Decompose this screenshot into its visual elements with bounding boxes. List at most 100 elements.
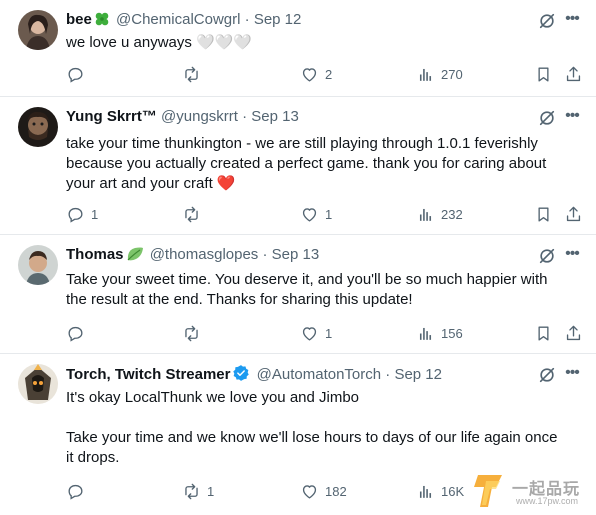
avatar[interactable] <box>18 245 58 285</box>
bookmark-icon <box>538 206 549 222</box>
timestamp[interactable]: Sep 12 <box>394 366 442 383</box>
like-button[interactable]: 2 <box>300 62 332 86</box>
heart-icon <box>302 484 317 499</box>
reply-icon <box>68 484 83 500</box>
like-count: 1 <box>325 325 333 341</box>
bookmark-icon <box>538 325 549 341</box>
more-options-icon[interactable]: ••• <box>562 107 582 127</box>
user-handle[interactable]: @thomasglopes <box>150 246 259 263</box>
tweet-text: It's okay LocalThunk we love you and Jim… <box>66 388 566 468</box>
tweet-paragraph: It's okay LocalThunk we love you and Jim… <box>66 389 360 406</box>
retweet-icon <box>185 483 198 499</box>
display-name[interactable]: bee <box>66 11 92 28</box>
tweet-header: bee @ChemicalCowgrl · Sep 12 <box>66 10 536 30</box>
retweet-icon <box>185 206 198 222</box>
view-count: 16K <box>441 483 465 499</box>
tweet-1[interactable]: bee @ChemicalCowgrl · Sep 12 ••• we love… <box>0 0 596 97</box>
tweet-paragraph: Take your time and we know we'll lose ho… <box>66 429 558 466</box>
separator-dot: · <box>385 366 391 383</box>
views-button[interactable]: 270 <box>416 62 463 86</box>
tweet-paragraph: we love u anyways 🤍🤍🤍 <box>66 34 253 51</box>
views-button[interactable]: 232 <box>416 202 463 226</box>
tweet-2[interactable]: Yung Skrrt™ @yungskrrt · Sep 13 ••• take… <box>0 97 596 235</box>
more-options-icon[interactable]: ••• <box>562 364 582 384</box>
bookmark-button[interactable] <box>534 202 553 226</box>
reply-icon <box>68 67 83 83</box>
tweet-header: Thomas @thomasglopes · Sep 13 <box>66 245 536 265</box>
like-button[interactable]: 1 <box>300 321 332 345</box>
like-count: 182 <box>325 483 347 499</box>
tweet-3[interactable]: Thomas @thomasglopes · Sep 13 ••• Take y… <box>0 235 596 354</box>
timestamp[interactable]: Sep 13 <box>251 108 299 125</box>
reply-button[interactable] <box>66 62 91 86</box>
retweet-button[interactable] <box>182 321 207 345</box>
tweet-actions: 1 1 232 <box>66 202 586 226</box>
user-handle[interactable]: @AutomatonTorch <box>257 366 381 383</box>
tweet-header: Yung Skrrt™ @yungskrrt · Sep 13 <box>66 107 536 127</box>
tweet-header: Torch, Twitch Streamer @AutomatonTorch ·… <box>66 364 536 384</box>
tweet-text: take your time thunkington - we are stil… <box>66 134 566 194</box>
retweet-button[interactable]: 1 <box>182 479 214 503</box>
grok-icon[interactable] <box>538 247 556 265</box>
retweet-button[interactable] <box>182 62 207 86</box>
share-button[interactable] <box>564 202 583 226</box>
more-options-icon[interactable]: ••• <box>562 245 582 265</box>
display-name[interactable]: Yung Skrrt™ <box>66 108 157 125</box>
bookmark-icon <box>538 66 549 82</box>
heart-icon <box>302 207 317 222</box>
reply-button[interactable] <box>66 479 91 503</box>
timestamp[interactable]: Sep 12 <box>254 11 302 28</box>
retweet-icon <box>185 66 198 82</box>
share-button[interactable] <box>564 62 583 86</box>
display-name[interactable]: Thomas <box>66 246 124 263</box>
share-button[interactable] <box>564 321 583 345</box>
timestamp[interactable]: Sep 13 <box>272 246 320 263</box>
separator-dot: · <box>242 108 248 125</box>
clover-icon <box>94 11 110 33</box>
views-icon <box>419 327 432 340</box>
like-count: 1 <box>325 206 333 222</box>
tweet-paragraph: Take your sweet time. You deserve it, an… <box>66 271 548 308</box>
grok-icon[interactable] <box>538 109 556 127</box>
avatar[interactable] <box>18 10 58 50</box>
like-button[interactable]: 182 <box>300 479 347 503</box>
grok-icon[interactable] <box>538 366 556 384</box>
reply-button[interactable] <box>66 321 91 345</box>
grok-icon[interactable] <box>538 12 556 30</box>
reply-icon <box>68 207 83 223</box>
share-icon <box>566 66 581 81</box>
tweet-actions: 2 270 <box>66 62 586 86</box>
user-handle[interactable]: @yungskrrt <box>161 108 238 125</box>
retweet-icon <box>185 325 198 341</box>
heart-icon <box>302 67 317 82</box>
view-count: 232 <box>441 206 463 222</box>
verified-badge-icon <box>232 364 250 388</box>
reply-button[interactable]: 1 <box>66 202 98 226</box>
tweet-actions: 1 156 <box>66 321 586 345</box>
like-button[interactable]: 1 <box>300 202 332 226</box>
reply-icon <box>68 326 83 342</box>
more-options-icon[interactable]: ••• <box>562 10 582 30</box>
views-icon <box>419 68 432 81</box>
like-count: 2 <box>325 66 333 82</box>
avatar[interactable] <box>18 107 58 147</box>
display-name[interactable]: Torch, Twitch Streamer <box>66 366 230 383</box>
user-handle[interactable]: @ChemicalCowgrl <box>116 11 240 28</box>
views-button[interactable]: 16K <box>416 479 464 503</box>
separator-dot: · <box>244 11 250 28</box>
bookmark-button[interactable] <box>534 62 553 86</box>
watermark-logo-icon <box>474 475 502 507</box>
retweet-button[interactable] <box>182 202 207 226</box>
views-icon <box>419 208 432 221</box>
view-count: 156 <box>441 325 463 341</box>
tweet-text: we love u anyways 🤍🤍🤍 <box>66 33 566 53</box>
watermark: 一起品玩 www.17pw.com <box>472 469 592 513</box>
views-button[interactable]: 156 <box>416 321 463 345</box>
views-icon <box>419 485 432 498</box>
leaf-icon <box>126 246 144 268</box>
avatar[interactable] <box>18 364 58 404</box>
tweet-paragraph: take your time thunkington - we are stil… <box>66 135 547 192</box>
reply-count: 1 <box>91 206 99 222</box>
bookmark-button[interactable] <box>534 321 553 345</box>
share-icon <box>566 206 581 221</box>
